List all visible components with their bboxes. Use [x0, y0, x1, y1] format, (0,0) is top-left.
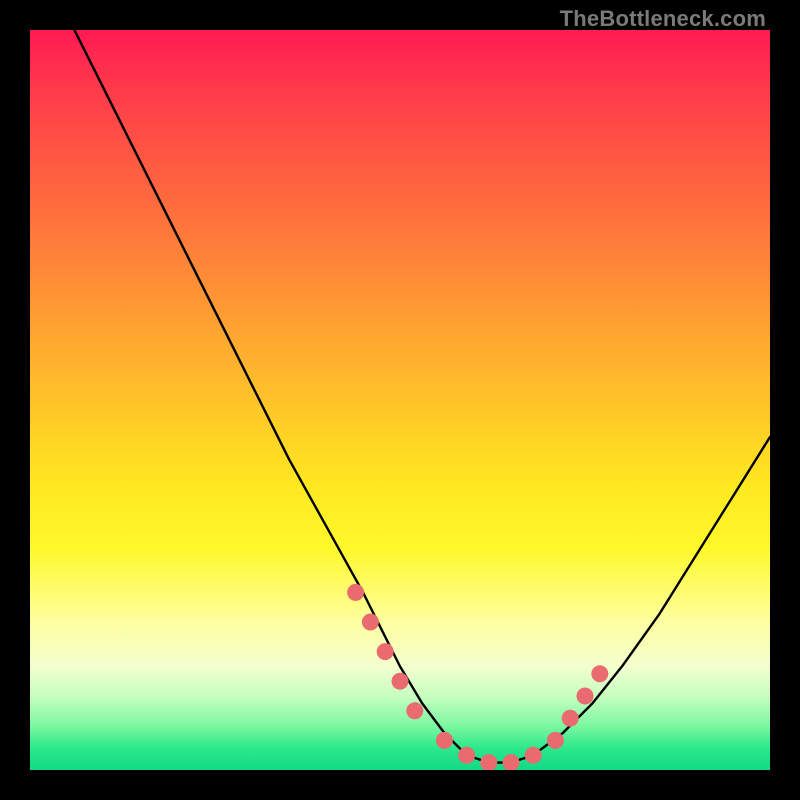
highlighted-point	[377, 643, 394, 660]
highlighted-point	[392, 673, 409, 690]
highlighted-point	[436, 732, 453, 749]
highlighted-point	[347, 584, 364, 601]
highlighted-point	[525, 747, 542, 764]
highlighted-point	[562, 710, 579, 727]
bottleneck-curve-path	[74, 30, 770, 763]
highlighted-point	[480, 754, 497, 770]
highlighted-point	[547, 732, 564, 749]
chart-frame: TheBottleneck.com	[0, 0, 800, 800]
highlighted-points-group	[347, 584, 608, 770]
highlighted-point	[406, 702, 423, 719]
highlighted-point	[503, 754, 520, 770]
plot-area	[30, 30, 770, 770]
watermark-text: TheBottleneck.com	[560, 6, 766, 32]
highlighted-point	[458, 747, 475, 764]
highlighted-point	[577, 688, 594, 705]
highlighted-point	[362, 614, 379, 631]
highlighted-point	[591, 665, 608, 682]
bottleneck-curve-svg	[30, 30, 770, 770]
